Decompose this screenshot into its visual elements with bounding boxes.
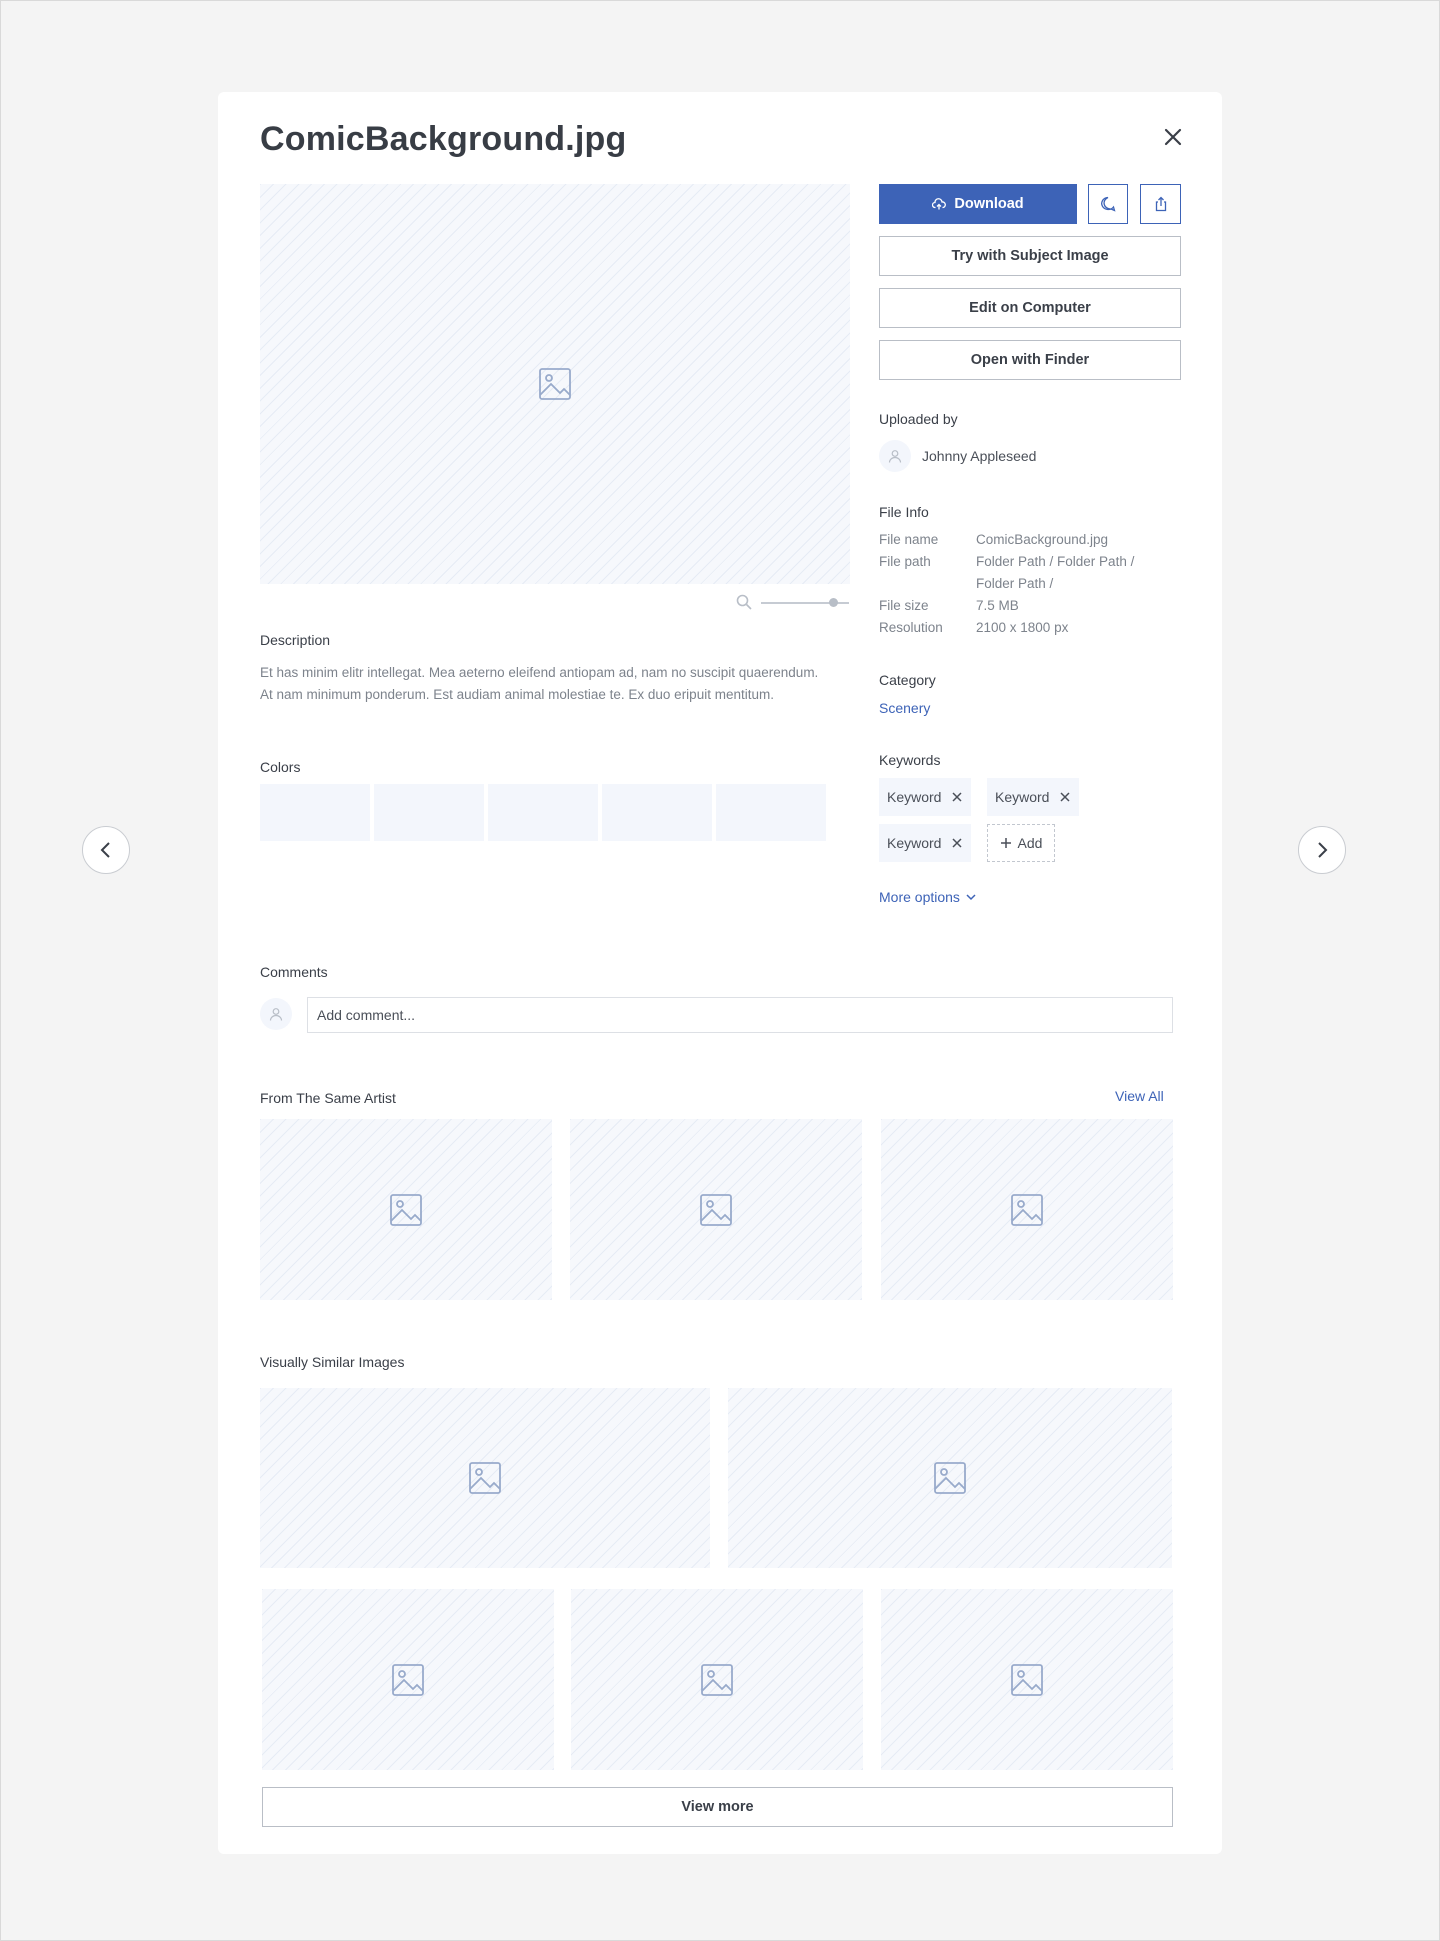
image-detail-modal: ComicBackground.jpg Description Et has m… [218, 92, 1222, 1854]
similar-image-tile[interactable] [728, 1388, 1172, 1568]
uploaded-by-label: Uploaded by [879, 411, 958, 427]
avatar [879, 440, 911, 472]
keyword-chip: Keyword [987, 778, 1080, 816]
keyword-chip-label: Keyword [887, 835, 942, 851]
close-icon[interactable] [1059, 791, 1071, 803]
similar-images-label: Visually Similar Images [260, 1354, 405, 1370]
color-swatch[interactable] [374, 784, 484, 841]
comments-label: Comments [260, 964, 328, 980]
plus-icon [1000, 838, 1011, 848]
similar-image-tile[interactable] [881, 1589, 1173, 1770]
cloud-upload-icon [932, 198, 947, 210]
file-info-label: File Info [879, 504, 929, 520]
image-placeholder-icon [539, 368, 571, 400]
download-button[interactable]: Download [879, 184, 1077, 224]
close-button[interactable] [1162, 126, 1184, 148]
image-placeholder-icon [392, 1663, 424, 1696]
resolution-value: 2100 x 1800 px [976, 620, 1069, 635]
keyword-chip: Keyword [879, 824, 972, 862]
main-image-preview [260, 184, 850, 584]
file-name-key: File name [879, 532, 939, 547]
download-label: Download [954, 196, 1024, 212]
avatar [260, 998, 292, 1030]
color-swatches [260, 784, 826, 841]
uploader-name[interactable]: Johnny Appleseed [922, 448, 1036, 464]
color-swatch[interactable] [716, 784, 826, 841]
similar-image-tile[interactable] [571, 1589, 863, 1770]
similar-image-tile[interactable] [262, 1589, 554, 1770]
color-swatch[interactable] [602, 784, 712, 841]
open-with-finder-button[interactable]: Open with Finder [879, 340, 1181, 380]
artist-image-tile[interactable] [881, 1119, 1173, 1300]
add-keyword-label: Add [1017, 835, 1043, 851]
image-placeholder-icon [1011, 1663, 1043, 1696]
image-placeholder-icon [469, 1462, 501, 1494]
edit-on-computer-button[interactable]: Edit on Computer [879, 288, 1181, 328]
image-placeholder-icon [1011, 1193, 1043, 1226]
previous-image-button[interactable] [82, 826, 130, 874]
more-options-label: More options [879, 889, 960, 905]
keywords-label: Keywords [879, 752, 941, 768]
keyword-chip-label: Keyword [995, 789, 1050, 805]
chevron-left-icon [100, 842, 110, 858]
file-path-key: File path [879, 554, 931, 569]
artist-image-tile[interactable] [260, 1119, 552, 1300]
user-icon [269, 1008, 283, 1021]
image-placeholder-icon [700, 1193, 732, 1226]
keyword-chip: Keyword [879, 778, 972, 816]
file-path-value: Folder Path / Folder Path / Folder Path … [976, 554, 1135, 591]
resolution-key: Resolution [879, 620, 943, 635]
user-icon [888, 450, 902, 463]
image-placeholder-icon [934, 1462, 966, 1494]
close-icon [1164, 128, 1182, 146]
view-more-button[interactable]: View more [262, 1787, 1173, 1827]
similar-image-tile[interactable] [260, 1388, 710, 1568]
description-label: Description [260, 632, 331, 648]
color-swatch[interactable] [260, 784, 370, 841]
more-options-toggle[interactable]: More options [879, 889, 976, 905]
chevron-right-icon [1318, 842, 1328, 858]
zoom-slider-thumb[interactable] [828, 598, 838, 607]
page-title: ComicBackground.jpg [260, 120, 627, 158]
comment-input[interactable] [307, 997, 1173, 1033]
file-name-value: ComicBackground.jpg [976, 532, 1109, 547]
color-swatch[interactable] [488, 784, 598, 841]
image-placeholder-icon [701, 1663, 733, 1696]
colors-label: Colors [260, 759, 301, 775]
next-image-button[interactable] [1298, 826, 1346, 874]
artist-image-tile[interactable] [570, 1119, 862, 1300]
description-text: Et has minim elitr intellegat. Mea aeter… [260, 665, 819, 702]
file-size-key: File size [879, 598, 929, 613]
share-icon [1155, 196, 1166, 212]
view-all-link[interactable]: View All [1115, 1088, 1164, 1104]
same-artist-label: From The Same Artist [260, 1090, 396, 1106]
add-keyword-button[interactable]: Add [987, 824, 1055, 862]
image-placeholder-icon [390, 1193, 422, 1226]
file-size-value: 7.5 MB [976, 598, 1019, 613]
comment-button[interactable] [1088, 184, 1128, 224]
chevron-down-icon [966, 894, 976, 901]
search-icon [736, 594, 752, 610]
category-link[interactable]: Scenery [879, 700, 930, 716]
keyword-chip-label: Keyword [887, 789, 942, 805]
try-with-subject-image-button[interactable]: Try with Subject Image [879, 236, 1181, 276]
close-icon[interactable] [951, 791, 963, 803]
chat-bubble-icon [1101, 196, 1116, 212]
share-button[interactable] [1140, 184, 1181, 224]
close-icon[interactable] [951, 837, 963, 849]
category-label: Category [879, 672, 936, 688]
